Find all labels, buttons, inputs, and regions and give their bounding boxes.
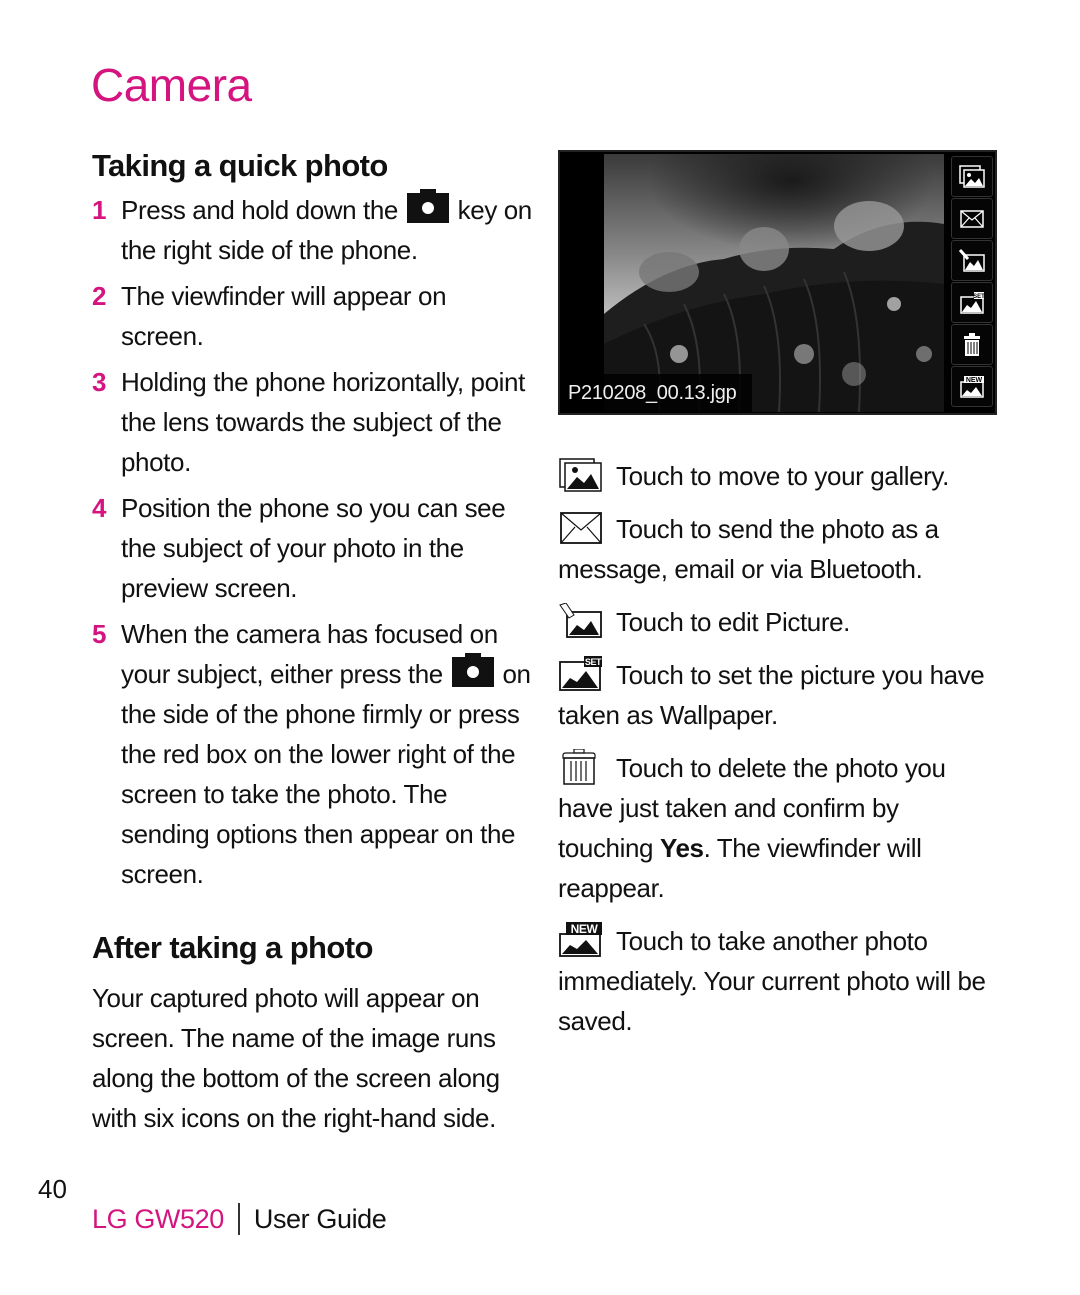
after-photo-body: Your captured photo will appear on scree…	[92, 983, 500, 1133]
step-text: Position the phone so you can see the su…	[121, 493, 506, 603]
envelope-icon	[558, 510, 604, 546]
step-text: The viewfinder will appear on screen.	[121, 281, 447, 351]
side-button-bar: SET NEW	[951, 156, 993, 407]
description-text: Touch to take another photo immediately.…	[558, 926, 986, 1036]
new-photo-icon: NEW	[960, 375, 984, 398]
new-photo-button[interactable]: NEW	[951, 366, 993, 407]
description-edit: Touch to edit Picture.	[558, 602, 998, 642]
step-number: 4	[92, 493, 107, 523]
steps-list: 1 Press and hold down the key on the rig…	[92, 189, 532, 894]
send-button[interactable]	[951, 198, 993, 239]
footer-divider	[237, 1203, 240, 1235]
description-text: Touch to send the photo as a message, em…	[558, 514, 939, 584]
trash-icon	[964, 332, 980, 356]
step-2: 2 The viewfinder will appear on screen.	[92, 276, 532, 356]
section-heading-after-photo: After taking a photo	[92, 930, 373, 965]
description-text: Touch to move to your gallery.	[616, 461, 949, 491]
camera-key-icon	[451, 653, 494, 687]
step-number: 2	[92, 281, 107, 311]
trash-icon	[558, 748, 604, 785]
gallery-icon	[959, 164, 985, 188]
description-delete: Touch to delete the photo you have just …	[558, 748, 998, 908]
new-photo-icon: NEW	[558, 922, 604, 958]
edit-picture-icon	[558, 602, 604, 639]
phone-screen-preview: P210208_00.13.jgp SET NEW	[558, 150, 997, 415]
step-number: 3	[92, 367, 107, 397]
step-number: 5	[92, 619, 107, 649]
page-number: 40	[38, 1174, 67, 1204]
step-3: 3 Holding the phone horizontally, point …	[92, 362, 532, 482]
step-text: Press and hold down the	[121, 195, 398, 225]
footer-guide: User Guide	[253, 1203, 387, 1234]
step-text: on the side of the phone firmly or press…	[121, 659, 531, 889]
gallery-button[interactable]	[951, 156, 993, 197]
left-column: Taking a quick photo 1 Press and hold do…	[92, 146, 532, 1138]
section-heading-quick-photo: Taking a quick photo	[92, 148, 388, 183]
description-new-photo: NEW Touch to take another photo immediate…	[558, 921, 998, 1041]
gallery-icon	[558, 457, 604, 493]
step-text: Holding the phone horizontally, point th…	[121, 367, 525, 477]
set-wallpaper-icon: SET	[558, 656, 604, 692]
page-title: Camera	[91, 59, 252, 111]
step-4: 4 Position the phone so you can see the …	[92, 488, 532, 608]
description-text: Touch to set the picture you have taken …	[558, 660, 985, 730]
step-text: When the camera has focused on your subj…	[121, 619, 498, 689]
footer: LG GW520 User Guide	[92, 1203, 387, 1235]
description-send: Touch to send the photo as a message, em…	[558, 509, 998, 589]
delete-button[interactable]	[951, 324, 993, 365]
step-1: 1 Press and hold down the key on the rig…	[92, 189, 532, 270]
set-wallpaper-button[interactable]: SET	[951, 282, 993, 323]
svg-text:NEW: NEW	[966, 377, 983, 384]
step-5: 5 When the camera has focused on your su…	[92, 614, 532, 894]
set-wallpaper-icon: SET	[960, 291, 985, 314]
step-number: 1	[92, 195, 107, 225]
icon-descriptions: Touch to move to your gallery. Touch to …	[558, 456, 998, 1054]
svg-text:SET: SET	[973, 294, 985, 300]
envelope-icon	[960, 209, 984, 228]
edit-picture-icon	[958, 248, 985, 272]
svg-text:SET: SET	[585, 657, 602, 667]
footer-brand: LG GW520	[92, 1203, 224, 1234]
description-gallery: Touch to move to your gallery.	[558, 456, 998, 496]
description-set-wallpaper: SET Touch to set the picture you have tak…	[558, 655, 998, 735]
svg-text:NEW: NEW	[571, 922, 599, 936]
yes-label: Yes	[659, 833, 704, 863]
photo-filename: P210208_00.13.jgp	[562, 374, 752, 412]
camera-key-icon	[406, 189, 449, 223]
edit-button[interactable]	[951, 240, 993, 281]
description-text: Touch to edit Picture.	[616, 607, 850, 637]
